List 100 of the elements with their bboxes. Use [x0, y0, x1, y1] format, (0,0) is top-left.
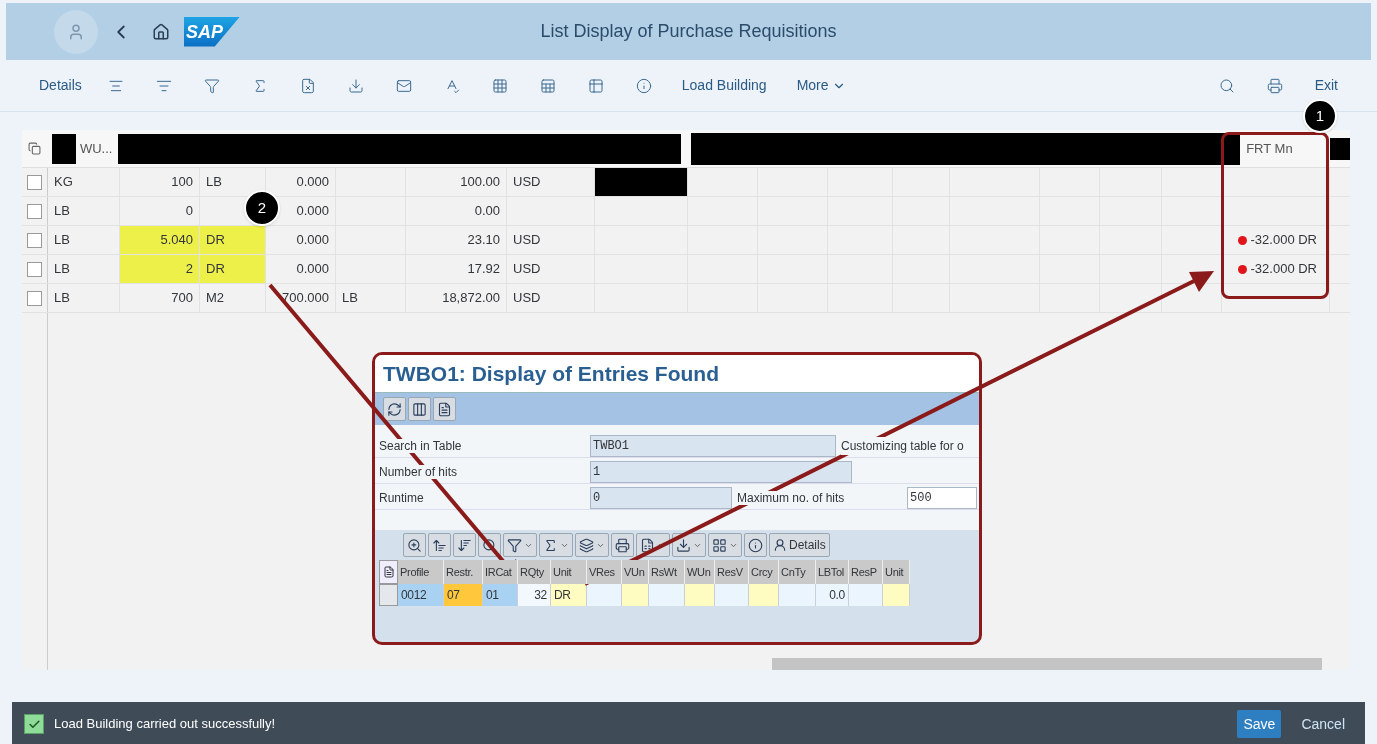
field-note: Customizing table for o: [841, 437, 964, 455]
print-icon[interactable]: [611, 533, 634, 557]
table-cell: 5.040: [120, 226, 200, 254]
table-cell: DR: [200, 255, 266, 283]
dialog-title: TWBO1: Display of Entries Found: [383, 360, 719, 387]
column-header: VUn: [622, 560, 649, 584]
document-icon[interactable]: [433, 397, 456, 421]
field-label: Search in Table: [379, 439, 462, 453]
column-header: Profile: [398, 560, 444, 584]
grid-icon[interactable]: [491, 77, 508, 94]
scrollbar-thumb[interactable]: [772, 658, 1322, 670]
columns-icon[interactable]: [408, 397, 431, 421]
refresh-icon[interactable]: [383, 397, 406, 421]
mail-icon[interactable]: [395, 77, 412, 94]
row-checkbox[interactable]: [27, 290, 42, 306]
table-cell: USD: [507, 226, 595, 254]
row-checkbox[interactable]: [27, 261, 42, 277]
table-cell: LB: [336, 284, 406, 312]
save-button[interactable]: Save: [1237, 710, 1282, 738]
table-cell: 18,872.00: [406, 284, 507, 312]
table-cell-text: -32.000 DR: [1250, 260, 1317, 279]
subtotal-icon[interactable]: [575, 533, 609, 557]
table-cell: M2: [200, 284, 266, 312]
sum-icon[interactable]: [539, 533, 573, 557]
column-header: Unit: [883, 560, 910, 584]
filter-icon[interactable]: [203, 77, 220, 94]
table-cell: 700: [120, 284, 200, 312]
sap-logo: SAP: [184, 16, 240, 47]
column-header: Crcy: [749, 560, 779, 584]
sort-ascending-icon[interactable]: [428, 533, 451, 557]
column-header: WU...: [79, 139, 114, 158]
details-button[interactable]: Details: [769, 533, 830, 557]
zoom-icon[interactable]: [403, 533, 426, 557]
table-icon[interactable]: [587, 77, 604, 94]
row-checkbox[interactable]: [27, 232, 42, 248]
column-header: ResP: [849, 560, 883, 584]
table-cell: 0.00: [406, 197, 507, 225]
field-label: Runtime: [379, 491, 424, 505]
column-header: RsWt: [649, 560, 685, 584]
info-icon[interactable]: [744, 533, 767, 557]
info-icon[interactable]: [635, 77, 652, 94]
column-header: RQty: [518, 560, 551, 584]
table-cell: LB: [48, 197, 120, 225]
table-cell: 32: [518, 584, 551, 606]
table-cell: KG: [48, 168, 120, 196]
column-header: WUn: [685, 560, 715, 584]
column-header: FRT Mn: [1246, 139, 1294, 158]
table-cell: USD: [507, 255, 595, 283]
search-icon[interactable]: [1218, 77, 1235, 94]
field-value[interactable]: 500: [907, 487, 977, 509]
download-icon[interactable]: [347, 77, 364, 94]
table-cell: 0.0: [816, 584, 849, 606]
person-icon: [773, 538, 787, 552]
column-header: Restr.: [444, 560, 483, 584]
table-cell: 0: [120, 197, 200, 225]
redaction-bar: [1330, 137, 1350, 160]
more-button[interactable]: More: [796, 75, 846, 96]
select-all-icon[interactable]: [382, 566, 395, 578]
exit-button[interactable]: Exit: [1314, 75, 1338, 96]
field-value[interactable]: 0: [590, 487, 732, 509]
row-checkbox[interactable]: [27, 203, 42, 219]
print-icon[interactable]: [1266, 77, 1283, 94]
table-cell: 700.000: [266, 284, 336, 312]
column-header: Unit: [551, 560, 587, 584]
field-value[interactable]: 1: [590, 461, 852, 483]
layout-icon[interactable]: [708, 533, 742, 557]
table-cell: 2: [120, 255, 200, 283]
table-cell: 100: [120, 168, 200, 196]
column-header: LBTol: [816, 560, 849, 584]
table-cell-text: -32.000 DR: [1250, 231, 1317, 250]
export-icon[interactable]: [672, 533, 706, 557]
table-cell: 23.10: [406, 226, 507, 254]
cancel-button[interactable]: Cancel: [1301, 713, 1345, 735]
table-settings-icon[interactable]: [539, 77, 556, 94]
column-header: ResV: [715, 560, 749, 584]
filter-icon[interactable]: [503, 533, 537, 557]
home-icon[interactable]: [152, 22, 170, 41]
table-cell: 01: [483, 584, 518, 606]
table-cell: 0.000: [266, 226, 336, 254]
table-cell: DR: [200, 226, 266, 254]
sort-descending-icon[interactable]: [453, 533, 476, 557]
success-icon: [24, 714, 44, 734]
status-message: Load Building carried out successfully!: [54, 715, 276, 734]
table-cell: 0012: [398, 584, 444, 606]
details-button[interactable]: Details: [39, 75, 82, 96]
column-header: IRCat: [483, 560, 518, 584]
callout-marker: 1: [1303, 99, 1337, 133]
field-label: Number of hits: [379, 465, 458, 479]
table-cell: USD: [507, 284, 595, 312]
redaction-bar: [51, 133, 76, 164]
select-all-icon[interactable]: [28, 142, 42, 155]
window-title: List Display of Purchase Requisitions: [540, 20, 837, 43]
load-building-button[interactable]: Load Building: [681, 75, 767, 96]
column-header: VRes: [587, 560, 622, 584]
table-cell: LB: [48, 284, 120, 312]
table-cell: DR: [551, 584, 587, 606]
field-value[interactable]: TWBO1: [590, 435, 836, 457]
row-checkbox[interactable]: [27, 174, 42, 190]
field-label: Maximum no. of hits: [737, 491, 845, 505]
document-x-icon[interactable]: [299, 77, 316, 94]
